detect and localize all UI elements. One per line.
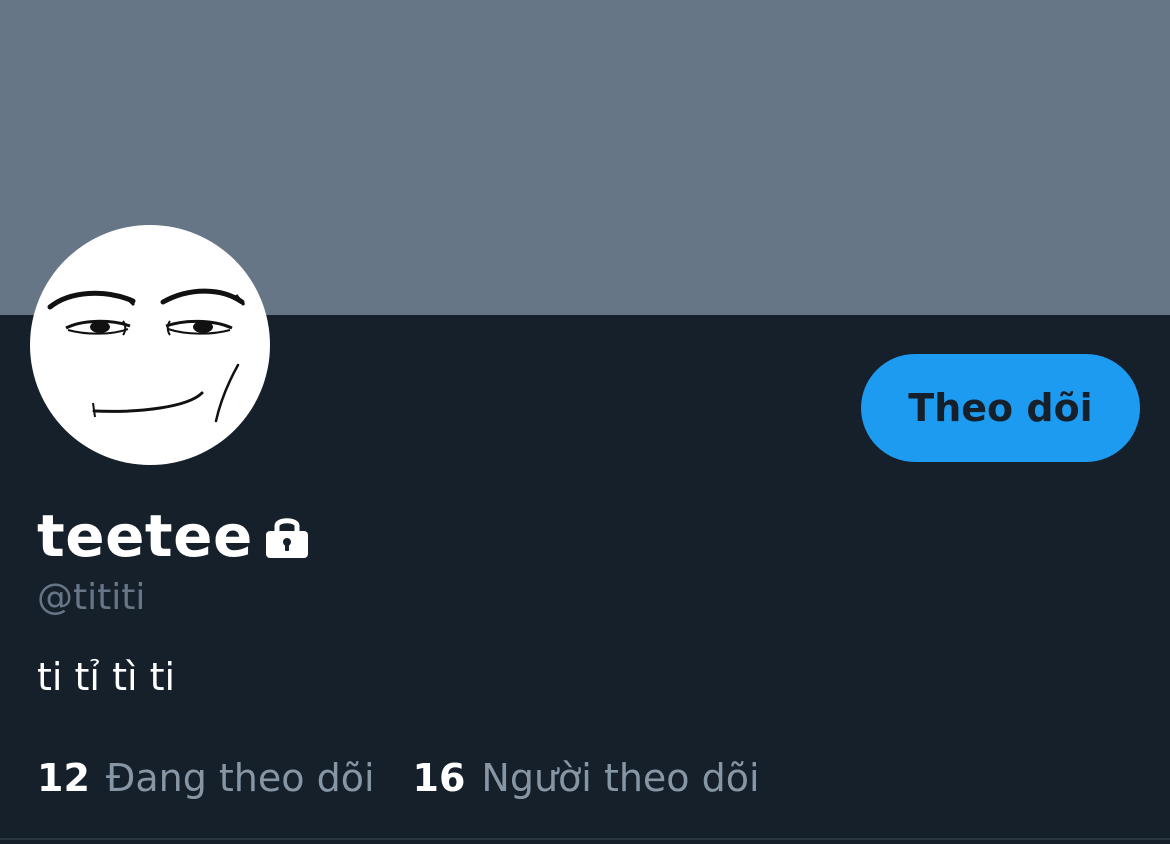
following-stat-link[interactable]: 12 Đang theo dõi [37,752,375,804]
divider [0,838,1170,840]
meme-face-avatar-icon [47,288,246,423]
profile-bio: ti tỉ tì ti [37,655,176,699]
following-label: Đang theo dõi [105,756,375,800]
followers-label: Người theo dõi [481,756,760,800]
lock-icon [263,512,311,560]
avatar[interactable] [30,225,270,465]
profile-stats: 12 Đang theo dõi 16 Người theo dõi [37,752,760,804]
display-name: teetee [37,502,253,570]
following-count: 12 [37,756,90,800]
followers-count: 16 [412,756,466,800]
follow-button[interactable]: Theo dõi [861,354,1140,462]
followers-stat-link[interactable]: 16 Người theo dõi [413,752,760,804]
profile-handle: @tititi [37,577,146,618]
profile-name-row: teetee [37,500,311,572]
